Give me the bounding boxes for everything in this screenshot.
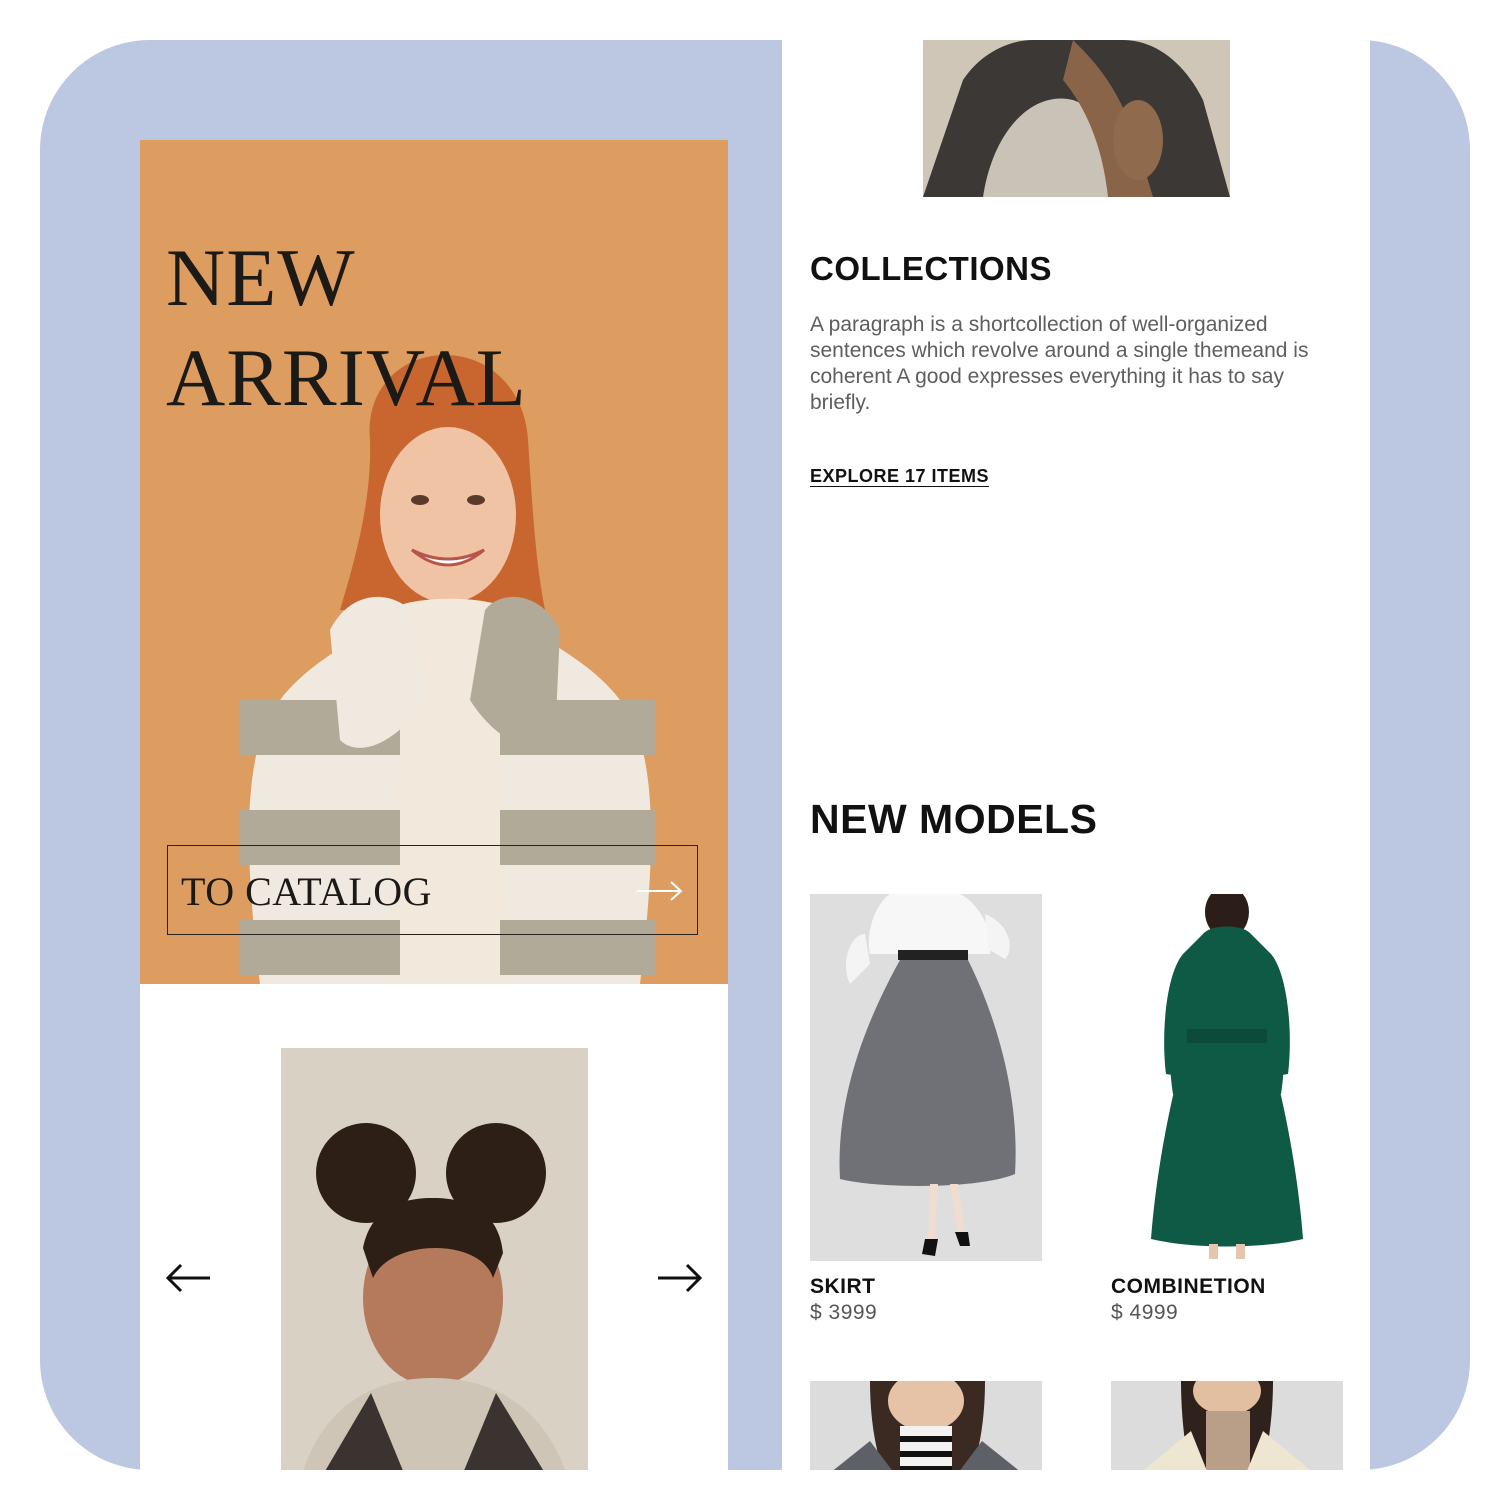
mockup-frame: NEW ARRIVAL TO CATALOG COLLECTIONS A par… bbox=[40, 40, 1470, 1470]
product-name: COMBINETION bbox=[1111, 1275, 1266, 1298]
arrow-left-icon bbox=[165, 1263, 210, 1293]
product-image bbox=[1111, 894, 1343, 1261]
slide-model-photo bbox=[281, 1048, 588, 1470]
hero-title: NEW ARRIVAL bbox=[166, 228, 527, 428]
hero-title-line1: NEW bbox=[166, 232, 356, 323]
product-thumbnail[interactable] bbox=[810, 1381, 1042, 1470]
arrow-right-icon bbox=[637, 881, 683, 901]
collection-photo-illustration bbox=[923, 40, 1230, 197]
left-screen: NEW ARRIVAL TO CATALOG bbox=[140, 140, 728, 1470]
dress-illustration bbox=[1151, 894, 1303, 1259]
right-screen: COLLECTIONS A paragraph is a shortcollec… bbox=[782, 40, 1370, 1470]
collections-description: A paragraph is a shortcollection of well… bbox=[810, 313, 1309, 414]
product-thumbnail[interactable] bbox=[1111, 1381, 1343, 1470]
slide-model-illustration bbox=[303, 1123, 566, 1470]
product-card-skirt[interactable]: SKIRT $ 3999 bbox=[810, 894, 1042, 1325]
hero-title-line2: ARRIVAL bbox=[166, 332, 527, 423]
to-catalog-button[interactable]: TO CATALOG bbox=[167, 845, 698, 935]
slider-next-button[interactable] bbox=[654, 1256, 704, 1300]
slider-prev-button[interactable] bbox=[164, 1256, 214, 1300]
product-name: SKIRT bbox=[810, 1275, 876, 1298]
thumbnail-illustration bbox=[833, 1381, 1019, 1470]
skirt-illustration bbox=[839, 894, 1016, 1256]
hero-banner: NEW ARRIVAL TO CATALOG bbox=[140, 140, 728, 984]
explore-items-link[interactable]: EXPLORE 17 ITEMS bbox=[810, 466, 989, 487]
product-price: $ 3999 bbox=[810, 1301, 878, 1324]
product-image bbox=[810, 894, 1042, 1261]
collections-title: COLLECTIONS bbox=[810, 250, 1052, 287]
image-slider bbox=[140, 984, 728, 1470]
product-card-combination[interactable]: COMBINETION $ 4999 bbox=[1111, 894, 1343, 1325]
to-catalog-label: TO CATALOG bbox=[181, 869, 433, 914]
new-models-title: NEW MODELS bbox=[810, 796, 1098, 842]
arrow-right-icon bbox=[658, 1263, 703, 1293]
product-price: $ 4999 bbox=[1111, 1301, 1179, 1324]
thumbnail-illustration bbox=[1144, 1381, 1310, 1470]
collection-photo bbox=[923, 40, 1230, 197]
